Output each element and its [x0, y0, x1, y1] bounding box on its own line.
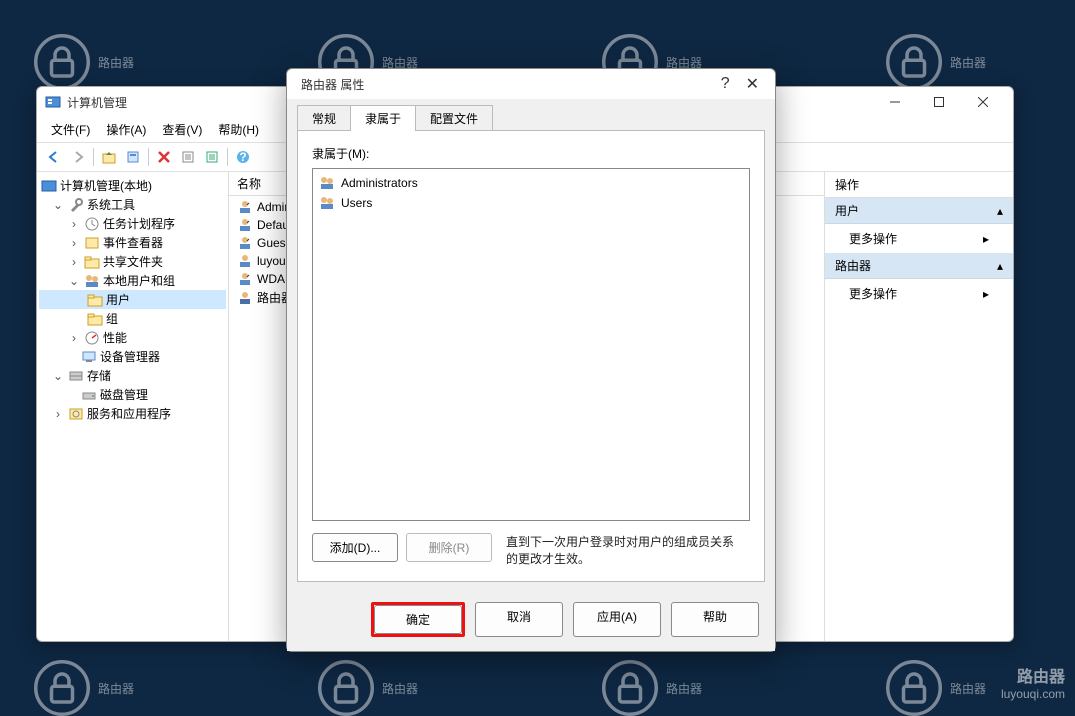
svg-text:?: ? — [239, 150, 246, 164]
minimize-button[interactable] — [873, 87, 917, 117]
apply-button[interactable]: 应用(A) — [573, 602, 661, 637]
menu-help[interactable]: 帮助(H) — [212, 119, 265, 140]
folder-icon — [87, 311, 103, 327]
menu-view[interactable]: 查看(V) — [156, 119, 208, 140]
export-button[interactable] — [201, 146, 223, 168]
user-icon — [237, 217, 253, 233]
watermark-corner: 路由器luyouqi.com — [1001, 668, 1065, 702]
watermark-text: 路由器 — [666, 680, 702, 697]
actions-more-1[interactable]: 更多操作▸ — [825, 224, 1013, 253]
properties-dialog: 路由器 属性 ? ✕ 常规 隶属于 配置文件 隶属于(M): Administr… — [286, 68, 776, 652]
tree-local-users[interactable]: ⌄本地用户和组 — [39, 271, 226, 290]
close-button[interactable] — [961, 87, 1005, 117]
tree-tools[interactable]: ⌄系统工具 — [39, 195, 226, 214]
up-button[interactable] — [98, 146, 120, 168]
collapse-icon: ▴ — [997, 204, 1003, 218]
folder-icon — [87, 292, 103, 308]
actions-header: 操作 — [825, 172, 1013, 198]
back-button[interactable] — [43, 146, 65, 168]
user-icon — [237, 253, 253, 269]
user-icon — [237, 199, 253, 215]
tab-profile[interactable]: 配置文件 — [415, 105, 493, 131]
user-icon — [237, 235, 253, 251]
actions-section-router[interactable]: 路由器▴ — [825, 253, 1013, 279]
arrow-icon: ▸ — [983, 232, 989, 246]
memberof-label: 隶属于(M): — [312, 145, 750, 162]
cancel-button[interactable]: 取消 — [475, 602, 563, 637]
list-item[interactable]: Administrators — [317, 173, 745, 193]
menu-action[interactable]: 操作(A) — [100, 119, 152, 140]
tab-panel: 隶属于(M): Administrators Users 添加(D)... 删除… — [297, 130, 765, 582]
dialog-footer: 确定 取消 应用(A) 帮助 — [287, 592, 775, 651]
tree-panel: 计算机管理(本地) ⌄系统工具 ›任务计划程序 ›事件查看器 ›共享文件夹 ⌄本… — [37, 172, 229, 641]
actions-panel: 操作 用户▴ 更多操作▸ 路由器▴ 更多操作▸ — [825, 172, 1013, 641]
tab-memberof[interactable]: 隶属于 — [350, 105, 416, 131]
dialog-title: 路由器 属性 — [295, 76, 715, 93]
properties-button[interactable] — [122, 146, 144, 168]
group-icon — [319, 175, 335, 191]
actions-more-2[interactable]: 更多操作▸ — [825, 279, 1013, 308]
watermark-text: 路由器 — [382, 680, 418, 697]
remove-button[interactable]: 删除(R) — [406, 533, 492, 562]
help-button[interactable]: ? — [232, 146, 254, 168]
tree-storage[interactable]: ⌄存储 — [39, 366, 226, 385]
tree-event[interactable]: ›事件查看器 — [39, 233, 226, 252]
tab-general[interactable]: 常规 — [297, 105, 351, 131]
tree-root[interactable]: 计算机管理(本地) — [39, 176, 226, 195]
tree-disk[interactable]: 磁盘管理 — [39, 385, 226, 404]
tree-services[interactable]: ›服务和应用程序 — [39, 404, 226, 423]
tree-share[interactable]: ›共享文件夹 — [39, 252, 226, 271]
menu-file[interactable]: 文件(F) — [45, 119, 96, 140]
user-icon — [237, 271, 253, 287]
tree-groups[interactable]: 组 — [39, 309, 226, 328]
dialog-titlebar[interactable]: 路由器 属性 ? ✕ — [287, 69, 775, 99]
watermark-text: 路由器 — [950, 54, 986, 71]
add-button[interactable]: 添加(D)... — [312, 533, 398, 562]
tree-task[interactable]: ›任务计划程序 — [39, 214, 226, 233]
group-icon — [319, 195, 335, 211]
tree-users[interactable]: 用户 — [39, 290, 226, 309]
list-item[interactable]: Users — [317, 193, 745, 213]
user-icon — [237, 290, 253, 306]
watermark-text: 路由器 — [950, 680, 986, 697]
watermark-text: 路由器 — [98, 680, 134, 697]
collapse-icon: ▴ — [997, 259, 1003, 273]
tab-strip: 常规 隶属于 配置文件 — [287, 99, 775, 131]
hint-text: 直到下一次用户登录时对用户的组成员关系的更改才生效。 — [500, 533, 750, 567]
ok-highlight: 确定 — [371, 602, 465, 637]
maximize-button[interactable] — [917, 87, 961, 117]
app-icon — [45, 94, 61, 110]
close-button[interactable]: ✕ — [746, 74, 759, 94]
watermark-text: 路由器 — [98, 54, 134, 71]
tree-devmgr[interactable]: 设备管理器 — [39, 347, 226, 366]
actions-section-users[interactable]: 用户▴ — [825, 198, 1013, 224]
tree-perf[interactable]: ›性能 — [39, 328, 226, 347]
help-button[interactable]: 帮助 — [671, 602, 759, 637]
help-button[interactable]: ? — [721, 75, 730, 93]
memberof-listbox[interactable]: Administrators Users — [312, 168, 750, 521]
refresh-button[interactable] — [177, 146, 199, 168]
forward-button[interactable] — [67, 146, 89, 168]
ok-button[interactable]: 确定 — [374, 605, 462, 634]
arrow-icon: ▸ — [983, 287, 989, 301]
delete-button[interactable] — [153, 146, 175, 168]
